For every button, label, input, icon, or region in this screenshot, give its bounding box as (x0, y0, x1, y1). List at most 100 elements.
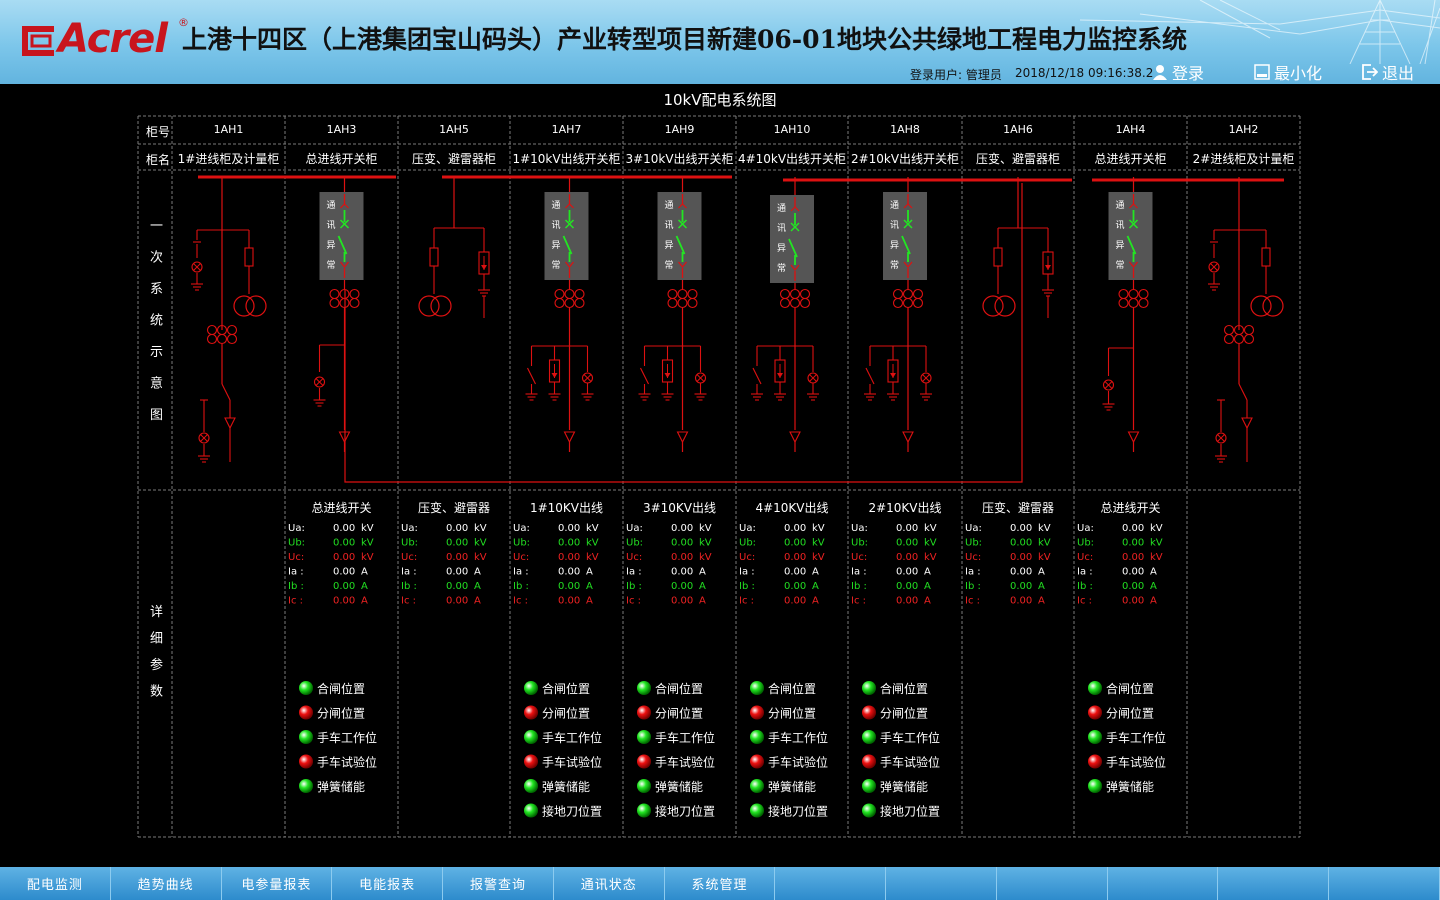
status-signal-label: 分闸位置 (317, 706, 365, 721)
transformer-coil (1262, 295, 1284, 317)
measurement-label: Ia : (626, 567, 642, 578)
measurement-value: 0.00 (784, 523, 806, 534)
status-lamp-icon (750, 803, 764, 818)
nav-item-4[interactable]: 电能报表 (332, 867, 444, 900)
ct-circle (1243, 333, 1255, 345)
login-button[interactable]: 登录 (1152, 62, 1205, 83)
measurement-label: Ib : (739, 581, 755, 592)
measurement-unit: A (474, 567, 481, 578)
status-lamp-icon (862, 681, 876, 695)
measurement-value: 0.00 (671, 523, 693, 534)
status-lamp-icon (299, 681, 313, 695)
cabinet-detail-title: 1#10KV出线 (530, 501, 603, 515)
ct-circle (1233, 324, 1245, 336)
nav-item-empty-12[interactable] (1218, 867, 1330, 900)
status-signal-label: 手车工作位 (768, 730, 828, 745)
cabinet-detail-title: 4#10KV出线 (755, 501, 828, 515)
cabinet-id: 1AH9 (665, 123, 695, 136)
nav-item-7[interactable]: 系统管理 (665, 867, 776, 900)
nav-item-5[interactable]: 报警查询 (443, 867, 554, 900)
status-lamp-icon (862, 705, 876, 720)
measurement-label: Ub: (1077, 538, 1094, 549)
cabinet-diagram-1AH9: 通讯异常 (638, 177, 707, 452)
measurement-unit: kV (1038, 523, 1051, 534)
cabinet-detail-title: 压变、避雷器 (418, 500, 490, 515)
bus-bars (198, 175, 1284, 483)
minimize-button[interactable]: 最小化 (1254, 62, 1322, 83)
measurement-value: 0.00 (446, 567, 468, 578)
cabinet-diagram-1AH10: 通讯异常 (751, 177, 819, 452)
ct-circle (789, 288, 801, 300)
status-signal-label: 合闸位置 (1106, 681, 1154, 696)
breaker-box-text: 通 (1116, 200, 1125, 211)
measurement-unit: kV (474, 552, 487, 563)
measurement-value: 0.00 (1122, 596, 1144, 607)
arrester (887, 359, 899, 383)
measurement-label: Uc: (288, 552, 304, 563)
measurement-value: 0.00 (1010, 538, 1032, 549)
status-lamp-icon (750, 705, 764, 720)
cabinet-detail-title: 总进线开关 (311, 501, 371, 515)
nav-item-empty-13[interactable] (1329, 867, 1440, 900)
indicator-circle (1215, 432, 1227, 444)
status-lamp-icon (1088, 779, 1102, 793)
measurement-unit: kV (474, 538, 487, 549)
measurement-value: 0.00 (784, 581, 806, 592)
breaker-status-box (770, 195, 814, 283)
cabinet-name: 总进线开关柜 (1094, 152, 1166, 166)
measurement-unit: A (1150, 581, 1157, 592)
status-lamp-icon (1088, 681, 1102, 695)
row-label-primary-char: 图 (150, 408, 163, 423)
breaker-box-text: 讯 (552, 220, 561, 231)
indicator-circle (1208, 261, 1220, 273)
status-lamp-icon (750, 779, 764, 793)
measurement-value: 0.00 (1010, 567, 1032, 578)
breaker-status-box (657, 192, 702, 280)
ct-circle (1128, 288, 1139, 300)
measurement-value: 0.00 (333, 596, 355, 607)
cabinet-diagram-1AH1 (191, 177, 267, 463)
row-label-primary-char: 统 (150, 314, 163, 329)
ct-circle (1118, 288, 1129, 300)
nav-item-1[interactable]: 配电监测 (0, 867, 111, 900)
status-signal-label: 手车试验位 (768, 755, 828, 770)
status-signal-label: 弹簧储能 (655, 779, 703, 794)
breaker-box-text: 常 (665, 259, 674, 271)
measurement-value: 0.00 (896, 538, 918, 549)
nav-item-empty-9[interactable] (886, 867, 997, 900)
nav-item-6[interactable]: 通讯状态 (554, 867, 665, 900)
measurement-unit: A (474, 596, 481, 607)
measurement-value: 0.00 (784, 552, 806, 563)
ct-circle (564, 288, 575, 300)
status-signal-label: 弹簧储能 (1106, 779, 1154, 794)
breaker-box-text: 异 (327, 240, 336, 251)
nav-item-empty-10[interactable] (997, 867, 1108, 900)
nav-item-3[interactable]: 电参量报表 (222, 867, 333, 900)
nav-item-2[interactable]: 趋势曲线 (111, 867, 222, 900)
diagram-title: 10kV配电系统图 (663, 91, 777, 109)
measurement-value: 0.00 (671, 581, 693, 592)
cabinet-details-1AH3: 总进线开关 Ua: 0.00 kV Ub: 0.00 kV Uc: 0.00 kV Ia : 0.00… (288, 501, 377, 794)
status-lamp-icon (1088, 705, 1102, 720)
login-label: 登录 (1172, 64, 1205, 83)
breaker-box-text: 异 (777, 243, 786, 254)
ct-circle (1243, 324, 1255, 336)
measurement-unit: A (699, 596, 706, 607)
nav-item-empty-11[interactable] (1108, 867, 1219, 900)
login-user: 登录用户: 管理员 (910, 68, 1002, 82)
measurement-unit: A (1038, 567, 1045, 578)
breaker-box-text: 异 (1116, 240, 1125, 251)
exit-button[interactable]: 退出 (1362, 62, 1414, 83)
measurement-value: 0.00 (1010, 523, 1032, 534)
nav-item-empty-8[interactable] (775, 867, 887, 900)
measurement-label: Ua: (401, 523, 418, 534)
transformer-coil (245, 295, 267, 317)
measurement-value: 0.00 (671, 596, 693, 607)
measurement-value: 0.00 (1122, 523, 1144, 534)
measurement-label: Uc: (626, 552, 642, 563)
cabinet-name: 1#进线柜及计量柜 (178, 152, 280, 166)
measurement-unit: A (361, 596, 368, 607)
measurement-unit: kV (699, 552, 712, 563)
measurement-value: 0.00 (896, 552, 918, 563)
app-title: 上港十四区（上港集团宝山码头）产业转型项目新建06-01地块公共绿地工程电力监控… (182, 25, 1187, 54)
